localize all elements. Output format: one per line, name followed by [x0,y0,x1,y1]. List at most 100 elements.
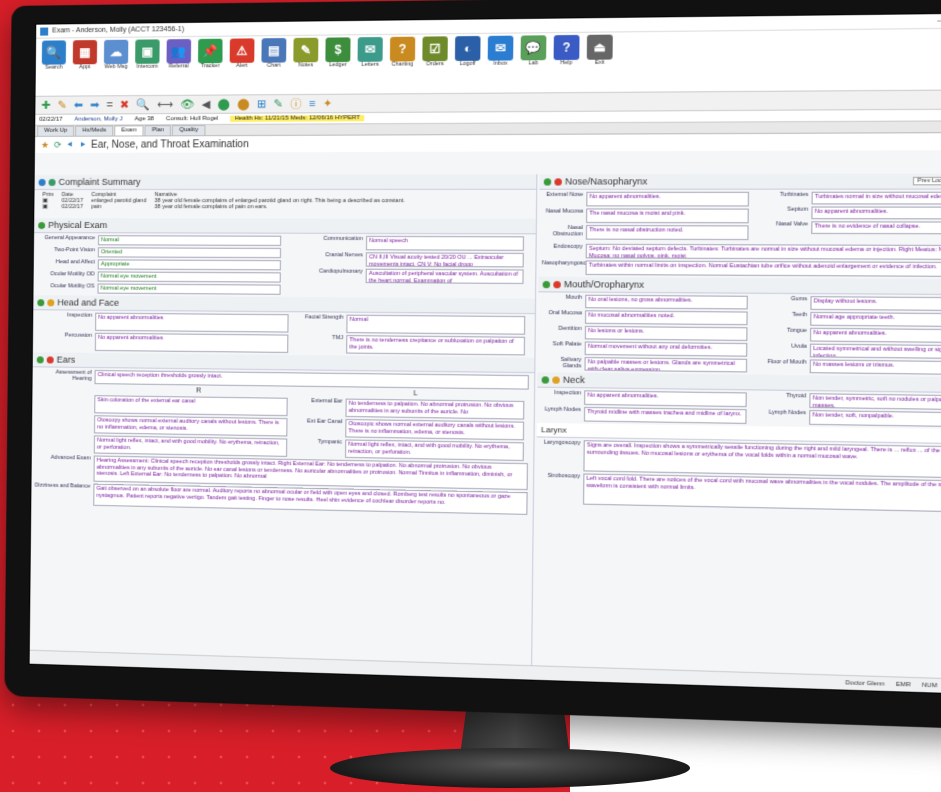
nasopharynx-field[interactable]: Turbinates within normal limits on inspe… [586,260,941,277]
ocular-motility-os-field[interactable]: Normal eye movement [97,284,280,295]
right-ear-field[interactable]: Normal light reflex, intact, and with go… [94,435,287,456]
ribbon-tracker-button[interactable]: 📌 Tracker [196,39,225,70]
star-icon[interactable]: ★ [41,139,49,150]
lymph-nodes-field[interactable]: Thyroid midline with masses trachea and … [584,407,747,424]
toolbar-tool-16-icon[interactable]: ✦ [323,97,333,110]
toolbar-tool-3-icon[interactable]: ➡ [90,98,99,111]
ribbon-notes-button[interactable]: ✎ Notes [291,38,320,69]
toolbar-tool-7-icon[interactable]: ⟷ [157,98,173,111]
ribbon-chart-button[interactable]: ▤ Chart [259,38,288,69]
ribbon-ledger-button[interactable]: $ Ledger [323,37,352,68]
floor-of-mouth-field[interactable]: No masses lesions or trismus. [810,359,941,375]
tab-work-up[interactable]: Work Up [37,126,74,136]
toolbar-tool-2-icon[interactable]: ⬅ [74,98,83,111]
ribbon-lab-button[interactable]: 💬 Lab [518,35,548,66]
refresh-icon[interactable]: ⟳ [54,139,62,150]
communication-field[interactable]: Normal speech [366,236,524,251]
right-ear-field[interactable]: Skin coloration of the external ear cana… [94,395,287,416]
nasal-mucosa-field[interactable]: The nasal mucosa is moist and pink. [586,208,749,223]
septum-field[interactable]: No apparent abnormalities. [811,207,941,220]
inspection-field[interactable]: No apparent abnormalities. [584,390,747,407]
ribbon-logoff-button[interactable]: ◐ Logoff [453,36,483,67]
two-point-vision-field[interactable]: Oriented [98,247,281,258]
oral-mucosa-field[interactable]: No mucosal abnormalities noted. [585,310,748,325]
minimize-icon[interactable]: — [937,17,941,26]
toolbar-tool-15-icon[interactable]: ≡ [309,97,316,109]
thyroid-field[interactable]: Non tender, symmetric, soft no nodules o… [809,393,941,410]
ribbon-web-msg-button[interactable]: ☁ Web Msg [102,40,131,70]
tab-exam[interactable]: Exam [114,125,144,135]
edit-icon[interactable] [49,178,56,185]
toolbar-tool-9-icon[interactable]: ◀ [202,98,211,111]
back-icon[interactable]: ⯇ [67,139,74,150]
tongue-field[interactable]: No apparent abnormalities. [810,328,941,343]
ribbon-letters-button[interactable]: ✉ Letters [355,37,385,68]
tab-hx-meds[interactable]: Hx/Meds [75,125,113,135]
dentition-field[interactable]: No lesions or lesions. [585,326,748,341]
external-nose-field[interactable]: No apparent abnormalities. [586,192,749,207]
expand-icon[interactable] [543,280,551,287]
salivary-glands-field[interactable]: No palpable masses or lesions. Glands ar… [584,357,747,372]
toolbar-tool-11-icon[interactable]: ⬤ [237,97,250,110]
cardiopulmonary-field[interactable]: Auscultation of peripheral vascular syst… [366,269,524,284]
ribbon-inbox-button[interactable]: ✉ Inbox [485,36,515,67]
head-and-affect-field[interactable]: Appropriate [98,259,281,270]
uvula-field[interactable]: Located symmetrical and without swelling… [810,344,941,359]
left-ear-field[interactable]: Otoscopic shows normal external auditory… [345,419,524,440]
general-appearance-field[interactable]: Normal [98,235,281,246]
nasal-obstruction-field[interactable]: There is no nasal obstruction noted. [586,225,749,240]
lymph-nodes-field[interactable]: Non tender, soft, nonpalpable. [809,410,941,427]
endoscopy-field[interactable]: Septum: No deviated septum defects. Turb… [586,244,941,260]
ocular-motility-od-field[interactable]: Normal eye movement [98,271,281,282]
toolbar-tool-12-icon[interactable]: ⊞ [257,97,267,110]
toolbar-tool-6-icon[interactable]: 🔍 [136,98,150,111]
expand-icon[interactable] [542,376,550,383]
turbinates-field[interactable]: Turbinates normal in size without mucosa… [812,192,941,205]
health-alert[interactable]: Health Hx: 11/21/15 Meds: 12/06/16 HYPER… [230,115,364,122]
ribbon-intercom-button[interactable]: ▣ Intercom [133,39,162,70]
toolbar-tool-0-icon[interactable]: ✚ [41,99,50,112]
right-ear-field[interactable]: Otoscopy shows normal external auditory … [94,415,287,436]
table-row[interactable]: ▣ 02/22/17 pain 38 year old female complain… [38,204,409,210]
expand-icon[interactable] [37,356,44,363]
toolbar-tool-14-icon[interactable]: ⓘ [290,96,302,112]
left-ear-field[interactable]: Normal light reflex, intact, and with go… [345,439,524,461]
expand-icon[interactable] [544,178,552,185]
toolbar-tool-8-icon[interactable]: 👁 [180,98,194,111]
left-ear-field[interactable]: No tenderness to palpation. No abnormal … [345,399,524,420]
ribbon-help-button[interactable]: ? Help [551,35,581,66]
laryngoscopy-field[interactable]: Signs are overall. Inspection shows a sy… [583,440,941,478]
percussion-field[interactable]: No apparent abnormalities [95,333,289,353]
toolbar-tool-4-icon[interactable]: = [106,99,113,111]
toolbar-tool-10-icon[interactable]: ⬤ [217,98,230,111]
tab-quality[interactable]: Quality [172,125,205,135]
expand-icon[interactable] [38,222,45,229]
ribbon-exit-button[interactable]: ⏏ Exit [585,35,615,67]
toolbar-tool-5-icon[interactable]: ✖ [120,98,129,111]
toolbar-tool-13-icon[interactable]: ✎ [274,97,284,110]
cranial-nerves-field[interactable]: CN II,III Visual acuity tested 20/20 OU … [366,252,524,267]
tab-plan[interactable]: Plan [145,125,171,135]
stroboscopy-field[interactable]: Left vocal cord fold. There are notices … [583,473,941,512]
prev-lock[interactable]: Prev Lock: 02/22/17 [913,177,941,186]
teeth-field[interactable]: Normal age appropriate teeth. [810,312,941,327]
ribbon-search-button[interactable]: 🔍 Search [40,40,68,70]
toolbar-tool-1-icon[interactable]: ✎ [58,99,67,112]
tmj-field[interactable]: There is no tenderness crepitance or sub… [346,335,525,355]
ribbon-charting-button[interactable]: ? Charting [388,37,418,68]
add-icon[interactable] [39,178,46,185]
gums-field[interactable]: Display without lesions. [810,296,941,311]
ribbon-alert-button[interactable]: ⚠ Alert [228,38,257,69]
soft-palate-field[interactable]: Normal movement without any oral deformi… [585,341,748,356]
ribbon-referral-button[interactable]: 👥 Referral [164,39,193,70]
row-check-icon[interactable]: ▣ [38,204,57,210]
facial-strength-field[interactable]: Normal [346,315,525,335]
patient-name[interactable]: Anderson, Molly J [75,116,123,122]
mouth-field[interactable]: No oral lesions, no gross abnormalities. [585,295,748,310]
ribbon-orders-button[interactable]: ☑ Orders [420,36,450,67]
nasal-valve-field[interactable]: There is no evidence of nasal collapse. [811,221,941,234]
expand-icon[interactable] [37,299,44,306]
inspection-field[interactable]: No apparent abnormalities [95,313,289,333]
forward-icon[interactable]: ⯈ [79,139,86,150]
ribbon-appt-button[interactable]: ▦ Appt [71,40,99,70]
